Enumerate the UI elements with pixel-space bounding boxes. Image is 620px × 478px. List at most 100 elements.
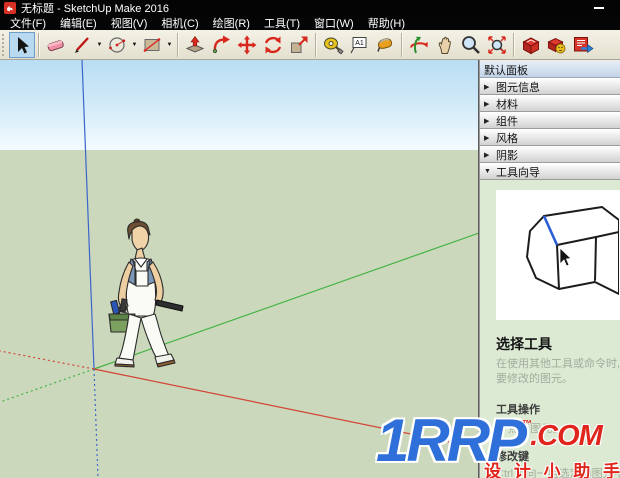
arc-tool-button[interactable] (104, 32, 130, 58)
instructor-tool-title: 选择工具 (496, 336, 552, 352)
menu-help[interactable]: 帮助(H) (361, 15, 412, 31)
pencil-icon (75, 36, 89, 53)
orbit-icon (410, 36, 428, 53)
text-label-icon: A1 (350, 36, 367, 53)
text-tool-label: A1 (355, 40, 364, 47)
expand-arrow-icon: ▼ (484, 168, 491, 175)
sketchup-logo-icon (4, 2, 16, 14)
collapse-arrow-icon: ▶ (484, 83, 490, 91)
paint-bucket-icon (377, 37, 393, 52)
zoom-extents-tool-button[interactable] (484, 32, 510, 58)
circle-arc-icon (109, 36, 126, 53)
line-tool-button[interactable] (69, 32, 95, 58)
instructor-modifier-title: 修改键 (496, 450, 529, 463)
instructor-description: 在使用其他工具或命令时, (496, 358, 620, 370)
section-label: 组件 (496, 115, 518, 128)
section-label: 材料 (496, 98, 518, 111)
push-pull-icon (185, 35, 205, 53)
toolbar-separator (401, 32, 403, 57)
zoom-magnifier-icon (462, 35, 480, 54)
menu-edit[interactable]: 编辑(E) (53, 15, 104, 31)
rotate-tool-button[interactable] (260, 32, 286, 58)
line-dropdown-arrow[interactable]: ▼ (95, 32, 104, 58)
instructor-pane: 选择工具 在使用其他工具或命令时, 要修改的图元。 工具操作 1. 点击图元。 … (480, 180, 620, 478)
tape-measure-icon (324, 37, 344, 54)
arc-dropdown-arrow[interactable]: ▼ (130, 32, 139, 58)
paint-bucket-tool-button[interactable] (372, 32, 398, 58)
collapse-arrow-icon: ▶ (484, 100, 490, 108)
section-shadows[interactable]: ▶ 阴影 (480, 146, 620, 163)
section-materials[interactable]: ▶ 材料 (480, 95, 620, 112)
pan-tool-button[interactable] (432, 32, 458, 58)
share-model-icon (547, 37, 566, 53)
rotate-icon (264, 36, 282, 53)
window-title: 无标题 - SketchUp Make 2016 (21, 3, 169, 15)
instructor-illustration (496, 190, 620, 320)
model-viewport[interactable] (0, 60, 479, 478)
move-icon (237, 35, 257, 54)
instructor-text: 选择工具 在使用其他工具或命令时, 要修改的图元。 工具操作 1. 点击图元。 … (480, 320, 620, 478)
viewport-canvas (0, 60, 478, 478)
section-instructor[interactable]: ▼ 工具向导 (480, 163, 620, 180)
menu-tools[interactable]: 工具(T) (257, 15, 307, 31)
select-cursor-icon (18, 36, 29, 53)
toolbar: ▼ ▼ ▼ A1 (0, 30, 620, 60)
extension-warehouse-icon (574, 36, 594, 53)
3d-warehouse-button[interactable] (518, 32, 544, 58)
3d-warehouse-cube-icon (522, 36, 540, 54)
section-components[interactable]: ▶ 组件 (480, 112, 620, 129)
share-model-button[interactable] (544, 32, 570, 58)
rectangle-dropdown-arrow[interactable]: ▼ (165, 32, 174, 58)
push-pull-tool-button[interactable] (182, 32, 208, 58)
instructor-modifier-line: Ctrl = 向一组选定的图元中 (496, 467, 620, 478)
follow-me-icon (212, 35, 230, 53)
toolbar-grip[interactable] (2, 33, 7, 56)
select-tool-illustration (526, 206, 620, 295)
menu-window[interactable]: 窗口(W) (307, 15, 361, 31)
cursor-arrow-icon (559, 247, 572, 267)
tape-measure-tool-button[interactable] (320, 32, 346, 58)
zoom-extents-icon (488, 35, 506, 54)
drawing-axes (0, 60, 478, 478)
rectangle-tool-button[interactable] (139, 32, 165, 58)
text-tool-button[interactable]: A1 (346, 32, 372, 58)
menu-camera[interactable]: 相机(C) (154, 15, 205, 31)
default-tray-panel: 默认面板 ▶ 图元信息 ▶ 材料 ▶ 组件 ▶ 风格 ▶ 阴影 ▼ 工具向导 选… (479, 60, 620, 478)
menu-file[interactable]: 文件(F) (3, 15, 53, 31)
collapse-arrow-icon: ▶ (484, 134, 490, 142)
select-tool-button[interactable] (9, 31, 35, 58)
menu-draw[interactable]: 绘图(R) (206, 15, 257, 31)
toolbar-separator (38, 32, 40, 57)
section-label: 阴影 (496, 149, 518, 162)
eraser-icon (47, 39, 64, 51)
minimize-button[interactable] (594, 7, 604, 9)
tray-header[interactable]: 默认面板 (480, 62, 620, 78)
workspace: 默认面板 ▶ 图元信息 ▶ 材料 ▶ 组件 ▶ 风格 ▶ 阴影 ▼ 工具向导 选… (0, 60, 620, 478)
title-bar: 无标题 - SketchUp Make 2016 (0, 0, 620, 16)
orbit-tool-button[interactable] (406, 32, 432, 58)
instructor-operation-step: 1. 点击图元。 (496, 422, 564, 435)
scale-icon (291, 36, 308, 53)
follow-me-tool-button[interactable] (208, 32, 234, 58)
pan-hand-icon (438, 36, 451, 54)
section-label: 风格 (496, 132, 518, 145)
section-entity-info[interactable]: ▶ 图元信息 (480, 78, 620, 95)
toolbar-separator (513, 32, 515, 57)
scale-tool-button[interactable] (286, 32, 312, 58)
collapse-arrow-icon: ▶ (484, 117, 490, 125)
section-label: 图元信息 (496, 81, 540, 94)
menu-bar: 文件(F) 编辑(E) 视图(V) 相机(C) 绘图(R) 工具(T) 窗口(W… (0, 16, 620, 30)
toolbar-separator (177, 32, 179, 57)
eraser-tool-button[interactable] (43, 32, 69, 58)
section-label: 工具向导 (496, 166, 540, 179)
move-tool-button[interactable] (234, 32, 260, 58)
toolbar-separator (315, 32, 317, 57)
sketchup-window: 无标题 - SketchUp Make 2016 文件(F) 编辑(E) 视图(… (0, 0, 620, 478)
extension-warehouse-button[interactable] (570, 32, 596, 58)
instructor-description: 要修改的图元。 (496, 373, 573, 386)
section-styles[interactable]: ▶ 风格 (480, 129, 620, 146)
rectangle-icon (143, 37, 161, 52)
menu-view[interactable]: 视图(V) (104, 15, 155, 31)
person-figure (108, 218, 184, 368)
zoom-tool-button[interactable] (458, 32, 484, 58)
